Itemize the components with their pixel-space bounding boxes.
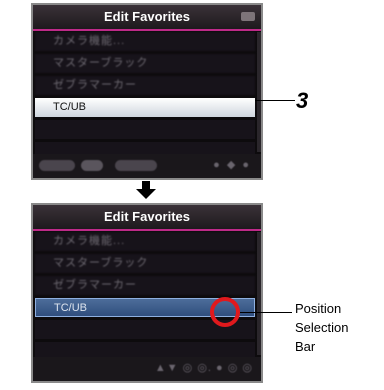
list-item[interactable]: マスターブラック [35, 54, 255, 73]
menu-close-icon[interactable] [241, 12, 255, 21]
favorites-list: カメラ機能... マスターブラック ゼブラマーカー TC/UB [35, 32, 255, 164]
guide-button-icon [115, 160, 157, 171]
guide-button-icon [39, 160, 75, 171]
label-line: Bar [295, 339, 316, 354]
guide-dots: ● ◆ ● [213, 159, 251, 171]
guide-button-icon [81, 160, 103, 171]
edit-favorites-screen-before: Edit Favorites カメラ機能... マスターブラック ゼブラマーカー… [31, 3, 263, 180]
step-number-callout: 3 [296, 88, 309, 113]
list-item[interactable]: マスターブラック [35, 254, 255, 273]
operation-guide-bar: ▲▼ ◎ ◎. ● ◎ ◎ [33, 357, 261, 381]
screen-title: Edit Favorites [104, 209, 190, 224]
label-line: Position [295, 301, 342, 316]
position-selection-bar-label: Position Selection Bar [295, 299, 375, 356]
guide-symbols: ▲▼ ◎ ◎. ● ◎ ◎ [154, 362, 253, 374]
down-arrow-head-icon [136, 189, 156, 199]
list-item[interactable]: カメラ機能... [35, 232, 255, 251]
scrollbar[interactable] [257, 232, 261, 355]
list-item-empty[interactable] [35, 120, 255, 139]
edit-favorites-screen-after: Edit Favorites カメラ機能... マスターブラック ゼブラマーカー… [31, 203, 263, 383]
screen-title: Edit Favorites [104, 9, 190, 24]
list-item[interactable]: ゼブラマーカー [35, 276, 255, 295]
list-item[interactable]: ゼブラマーカー [35, 76, 255, 95]
screen-title-bar: Edit Favorites [33, 5, 261, 31]
scrollbar[interactable] [257, 32, 261, 152]
label-line: Selection [295, 320, 349, 335]
screen-title-bar: Edit Favorites [33, 205, 261, 231]
list-item-tc-ub-selected[interactable]: TC/UB [35, 98, 255, 117]
position-label-leader-line [240, 312, 292, 313]
operation-guide-bar: ● ◆ ● [33, 154, 261, 178]
list-item[interactable]: カメラ機能... [35, 32, 255, 51]
callout-leader-line [255, 100, 295, 101]
position-selection-bar-highlight [210, 297, 240, 327]
